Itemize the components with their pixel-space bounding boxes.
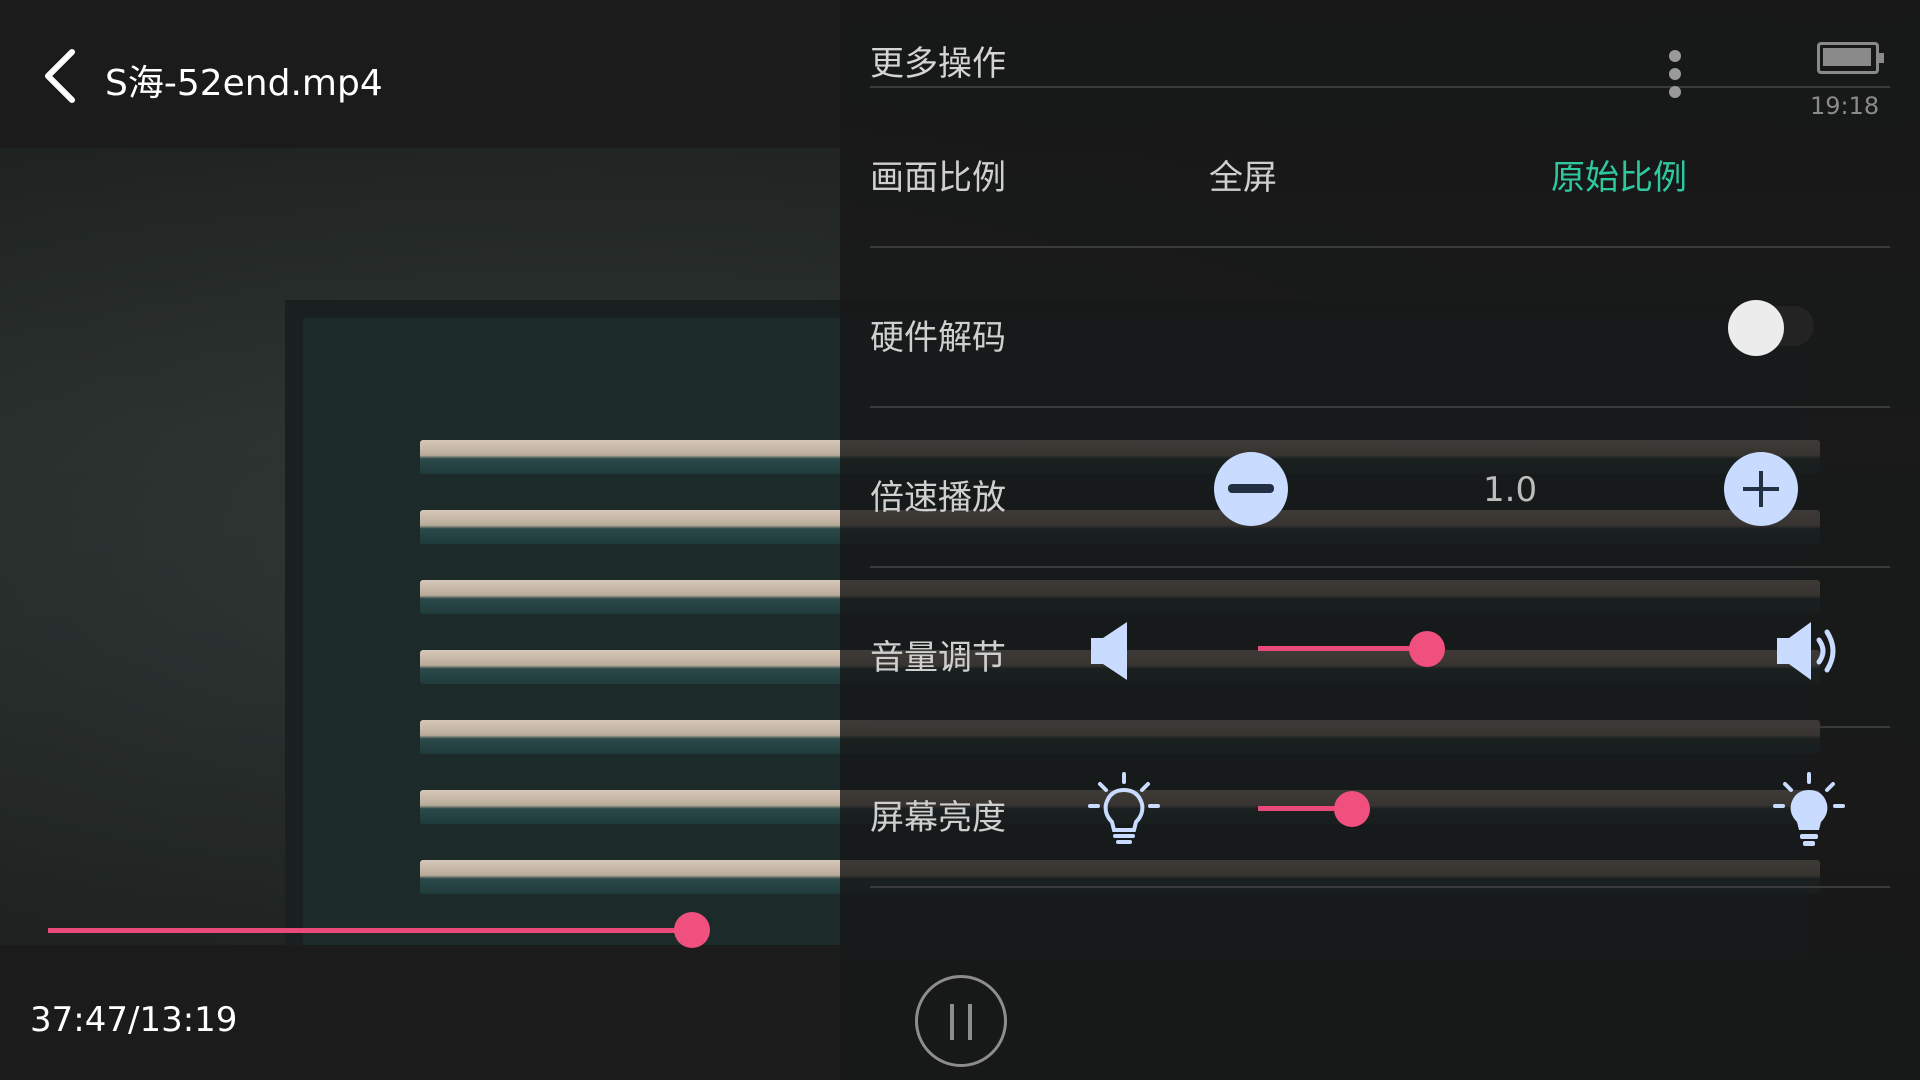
divider <box>870 566 1890 568</box>
battery-icon <box>1817 42 1884 74</box>
video-title: S海-52end.mp4 <box>105 63 383 104</box>
divider <box>870 86 1890 88</box>
brightness-label: 屏幕亮度 <box>870 798 1006 838</box>
divider <box>870 246 1890 248</box>
aspect-ratio-label: 画面比例 <box>870 158 1006 198</box>
hardware-decode-toggle-knob[interactable] <box>1728 300 1784 356</box>
speed-increase-button[interactable] <box>1724 452 1798 526</box>
panel-title: 更多操作 <box>870 44 1006 84</box>
pause-icon <box>950 1004 954 1040</box>
status-clock: 19:18 <box>1810 92 1880 120</box>
aspect-option-fullscreen[interactable]: 全屏 <box>1209 150 1277 199</box>
brightness-high-icon[interactable] <box>1773 772 1845 848</box>
volume-low-icon[interactable] <box>1087 616 1133 686</box>
top-bar: S海-52end.mp4 <box>0 0 840 148</box>
volume-slider[interactable] <box>1258 646 1427 651</box>
volume-high-icon[interactable] <box>1773 616 1839 686</box>
speed-decrease-button[interactable] <box>1214 452 1288 526</box>
divider <box>870 726 1890 728</box>
back-arrow-icon[interactable] <box>38 46 84 106</box>
volume-slider-handle[interactable] <box>1409 631 1445 667</box>
progress-bar[interactable] <box>48 928 692 933</box>
divider <box>870 886 1890 888</box>
minus-icon <box>1228 484 1274 493</box>
playback-speed-label: 倍速播放 <box>870 478 1006 518</box>
divider <box>870 406 1890 408</box>
pause-button[interactable] <box>915 975 1007 1067</box>
aspect-option-original[interactable]: 原始比例 <box>1551 150 1687 199</box>
volume-label: 音量调节 <box>870 638 1006 678</box>
more-actions-panel: 更多操作 19:18 画面比例 全屏 原始比例 硬件解码 倍速播放 1.0 音量… <box>840 0 1920 1080</box>
progress-handle[interactable] <box>674 912 710 948</box>
hardware-decode-label: 硬件解码 <box>870 318 1006 358</box>
playback-time: 37:47/13:19 <box>30 1000 238 1040</box>
brightness-slider-handle[interactable] <box>1334 791 1370 827</box>
brightness-low-icon[interactable] <box>1088 772 1160 848</box>
speed-value: 1.0 <box>1483 470 1538 510</box>
